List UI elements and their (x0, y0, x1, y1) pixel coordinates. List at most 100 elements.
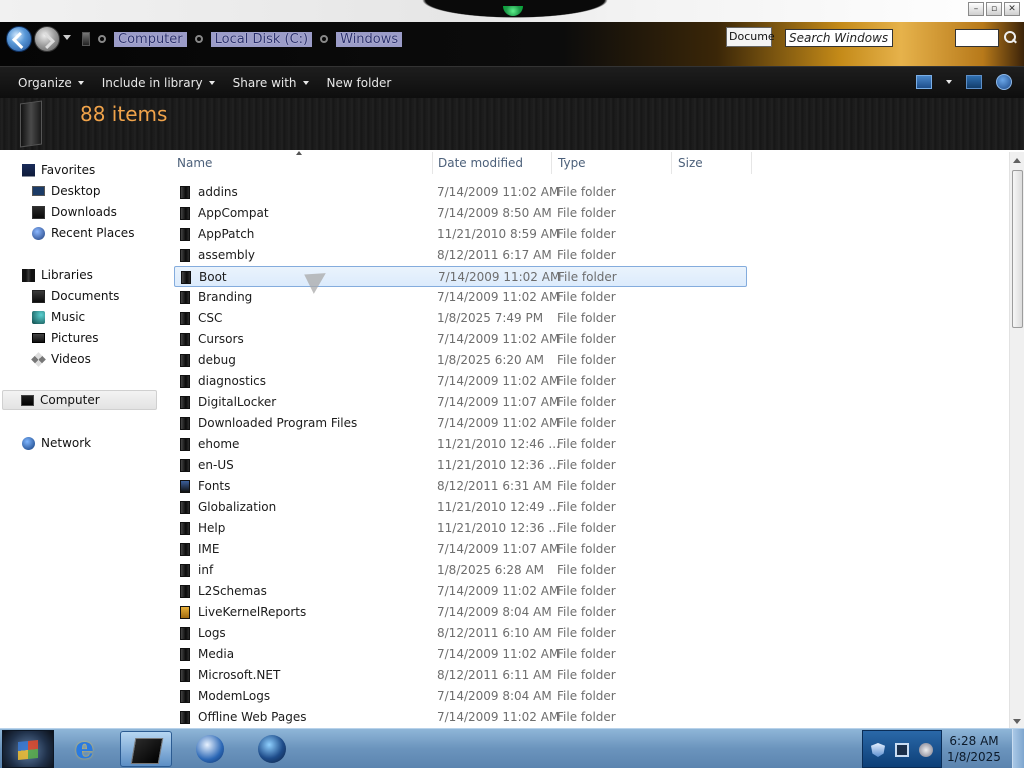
file-date-modified: 1/8/2025 6:20 AM (437, 353, 545, 367)
network-status-icon[interactable] (895, 743, 909, 757)
nav-item-videos[interactable]: Videos (31, 349, 91, 369)
breadcrumb-separator-icon[interactable] (98, 35, 106, 43)
windows-explorer-icon[interactable] (120, 731, 172, 767)
breadcrumb-separator-icon[interactable] (194, 35, 203, 43)
search-field-extension[interactable] (955, 29, 999, 47)
nav-item-label: Recent Places (51, 226, 135, 240)
column-header-date-modified[interactable]: Date modified (438, 156, 523, 170)
preview-pane-icon[interactable] (966, 75, 982, 89)
table-row[interactable]: Media 7/14/2009 11:02 AM File folder (174, 644, 747, 665)
column-divider[interactable] (432, 152, 433, 174)
share-with-button[interactable]: Share with (224, 69, 318, 97)
libraries-icon (22, 268, 35, 282)
scrollbar-thumb[interactable] (1012, 170, 1023, 328)
table-row[interactable]: DigitalLocker 7/14/2009 11:07 AM File fold… (174, 392, 747, 413)
table-row[interactable]: Fonts 8/12/2011 6:31 AM File folder (174, 476, 747, 497)
search-icon[interactable] (1003, 31, 1017, 45)
change-view-icon[interactable] (916, 75, 932, 89)
table-row[interactable]: Help 11/21/2010 12:36 ... File folder (174, 518, 747, 539)
table-row[interactable]: assembly 8/12/2011 6:17 AM File folder (174, 245, 747, 266)
column-divider[interactable] (671, 152, 672, 174)
table-row[interactable]: Microsoft.NET 8/12/2011 6:11 AM File folde… (174, 665, 747, 686)
documents-chip[interactable]: Docume (726, 27, 775, 47)
new-folder-button[interactable]: New folder (318, 69, 401, 97)
file-date-modified: 7/14/2009 11:02 AM (437, 290, 560, 304)
table-row[interactable]: Globalization 11/21/2010 12:49 ... File fo… (174, 497, 747, 518)
organize-button[interactable]: Organize (9, 69, 93, 97)
folder-icon (180, 711, 190, 724)
table-row[interactable]: Branding 7/14/2009 11:02 AM File folder (174, 287, 747, 308)
breadcrumb-local-disk[interactable]: Local Disk (C:) (210, 31, 313, 47)
table-row[interactable]: CSC 1/8/2025 7:49 PM File folder (174, 308, 747, 329)
table-row[interactable]: L2Schemas 7/14/2009 11:02 AM File folder (174, 581, 747, 602)
breadcrumb-computer[interactable]: Computer (114, 31, 187, 47)
breadcrumb-windows[interactable]: Windows (336, 31, 403, 47)
forward-button[interactable] (34, 26, 60, 52)
nav-computer[interactable]: Computer (2, 390, 157, 410)
start-button[interactable] (2, 730, 54, 768)
globe-icon[interactable] (246, 731, 298, 767)
table-row[interactable]: addins 7/14/2009 11:02 AM File folder (174, 182, 747, 203)
nav-item-music[interactable]: Music (32, 307, 85, 327)
file-type: File folder (557, 479, 616, 493)
table-row[interactable]: AppPatch 11/21/2010 8:59 AM File folder (174, 224, 747, 245)
close-button[interactable]: ✕ (1004, 2, 1020, 16)
table-row[interactable]: Boot 7/14/2009 11:02 AM File folder (174, 266, 747, 287)
folder-icon (180, 459, 190, 472)
internet-explorer-icon[interactable] (62, 731, 114, 767)
nav-network[interactable]: Network (22, 433, 91, 453)
vertical-scrollbar[interactable] (1009, 152, 1024, 728)
back-button[interactable] (6, 26, 32, 52)
help-icon[interactable] (996, 74, 1012, 90)
table-row[interactable]: diagnostics 7/14/2009 11:02 AM File folder (174, 371, 747, 392)
scroll-up-icon[interactable] (1013, 158, 1021, 163)
table-row[interactable]: LiveKernelReports 7/14/2009 8:04 AM File f… (174, 602, 747, 623)
column-divider[interactable] (551, 152, 552, 174)
nav-item-downloads[interactable]: Downloads (32, 202, 117, 222)
folder-icon (180, 396, 190, 409)
table-row[interactable]: Logs 8/12/2011 6:10 AM File folder (174, 623, 747, 644)
folder-icon (180, 543, 190, 556)
table-row[interactable]: IME 7/14/2009 11:07 AM File folder (174, 539, 747, 560)
table-row[interactable]: en-US 11/21/2010 12:36 ... File folder (174, 455, 747, 476)
nav-item-desktop[interactable]: Desktop (32, 181, 101, 201)
table-row[interactable]: Offline Web Pages 7/14/2009 11:02 AM File … (174, 707, 747, 728)
table-row[interactable]: ModemLogs 7/14/2009 8:04 AM File folder (174, 686, 747, 707)
column-header-size[interactable]: Size (678, 156, 703, 170)
nav-item-recent-places[interactable]: Recent Places (32, 223, 134, 243)
system-clock[interactable]: 6:28 AM 1/8/2025 (944, 733, 1004, 765)
folder-icon (180, 207, 190, 220)
table-row[interactable]: debug 1/8/2025 6:20 AM File folder (174, 350, 747, 371)
media-player-icon[interactable] (184, 731, 236, 767)
nav-favorites[interactable]: Favorites (22, 160, 95, 180)
file-date-modified: 11/21/2010 12:46 ... (437, 437, 560, 451)
downloads-icon (32, 205, 45, 219)
column-header-type[interactable]: Type (558, 156, 586, 170)
table-row[interactable]: ehome 11/21/2010 12:46 ... File folder (174, 434, 747, 455)
action-center-icon[interactable] (871, 743, 885, 757)
maximize-button[interactable]: ▫ (986, 2, 1002, 16)
file-date-modified: 7/14/2009 8:04 AM (437, 605, 552, 619)
table-row[interactable]: AppCompat 7/14/2009 8:50 AM File folder (174, 203, 747, 224)
scroll-down-icon[interactable] (1013, 719, 1021, 724)
breadcrumb: Computer Local Disk (C:) Windows (82, 29, 403, 49)
chevron-down-icon[interactable] (946, 80, 952, 84)
table-row[interactable]: Downloaded Program Files 7/14/2009 11:02 … (174, 413, 747, 434)
table-row[interactable]: inf 1/8/2025 6:28 AM File folder (174, 560, 747, 581)
search-input[interactable]: Search Windows (785, 29, 893, 47)
breadcrumb-separator-icon[interactable] (320, 35, 329, 43)
minimize-button[interactable]: – (968, 2, 984, 16)
recent-places-icon (32, 226, 45, 240)
show-desktop-button[interactable] (1012, 729, 1024, 768)
nav-item-pictures[interactable]: Pictures (32, 328, 99, 348)
table-row[interactable]: Cursors 7/14/2009 11:02 AM File folder (174, 329, 747, 350)
column-header-name[interactable]: Name (177, 156, 212, 170)
volume-icon[interactable] (919, 743, 933, 757)
nav-item-documents[interactable]: Documents (32, 286, 119, 306)
file-name: Boot (199, 270, 227, 284)
recent-pages-dropdown[interactable] (63, 35, 71, 40)
file-name: Media (198, 647, 235, 661)
column-divider[interactable] (751, 152, 752, 174)
nav-libraries[interactable]: Libraries (22, 265, 93, 285)
include-in-library-button[interactable]: Include in library (93, 69, 224, 97)
